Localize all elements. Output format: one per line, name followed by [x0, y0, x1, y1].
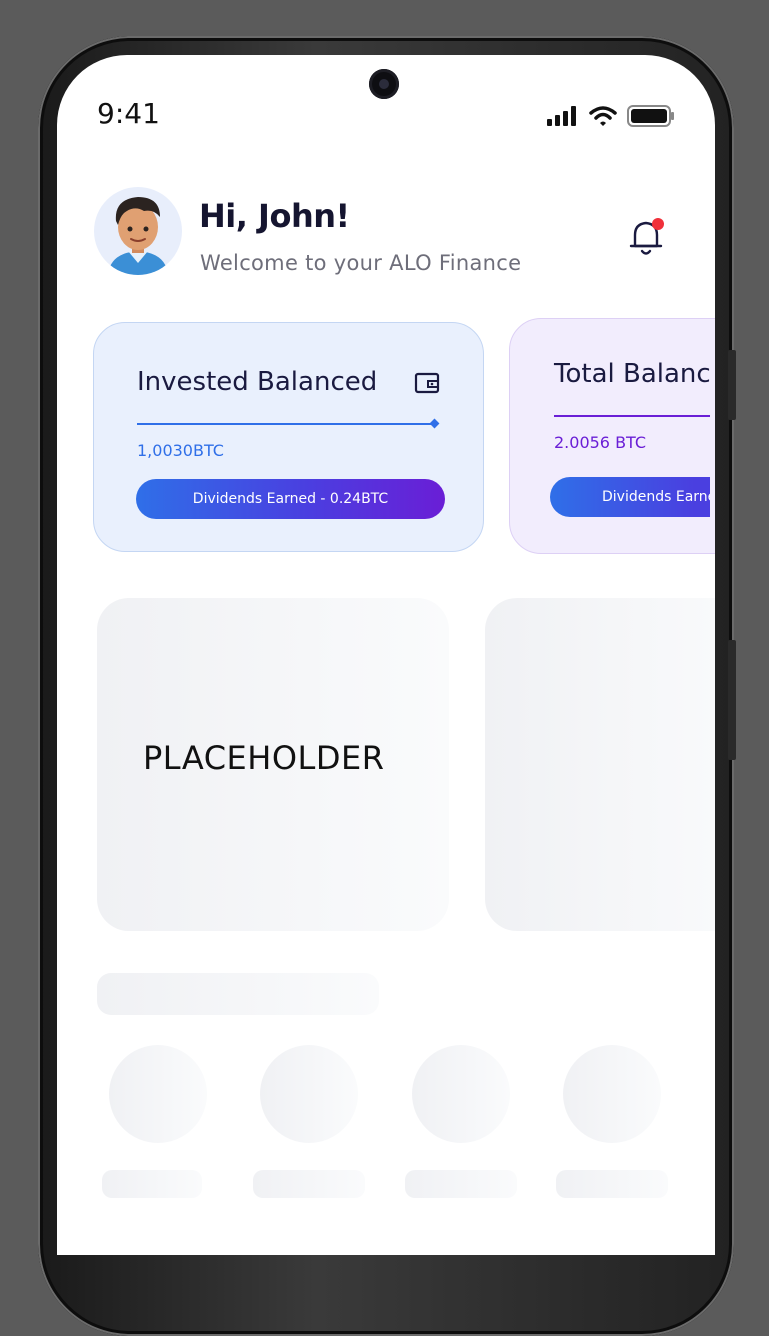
- skeleton-label: [405, 1170, 517, 1198]
- placeholder-card-secondary: [485, 598, 715, 931]
- greeting-title: Hi, John!: [199, 197, 350, 235]
- skeleton-circle: [109, 1045, 207, 1143]
- progress-marker: [429, 418, 440, 429]
- power-button: [728, 640, 736, 760]
- dividends-earned-button[interactable]: Dividends Earned - 0.24BTC: [136, 479, 445, 519]
- avatar[interactable]: [94, 187, 182, 275]
- skeleton-label: [556, 1170, 668, 1198]
- skeleton-label: [102, 1170, 202, 1198]
- wallet-icon[interactable]: [414, 371, 440, 395]
- skeleton-circle: [563, 1045, 661, 1143]
- skeleton-label: [253, 1170, 365, 1198]
- card-title: Invested Balanced: [137, 367, 378, 397]
- card-amount: 1,0030BTC: [137, 441, 224, 460]
- volume-up-button: [728, 350, 736, 420]
- status-time: 9:41: [97, 97, 160, 130]
- card-title: Total Balanced: [554, 359, 710, 389]
- phone-screen: 9:41 Hi, John! Welcome to your ALO Finan…: [57, 55, 715, 1255]
- front-camera: [369, 69, 399, 99]
- balance-progress-line: [554, 415, 710, 417]
- notification-bell-icon[interactable]: [627, 215, 667, 259]
- skeleton-circle: [260, 1045, 358, 1143]
- balance-progress-line: [137, 423, 435, 425]
- total-balance-card[interactable]: Total Balanced 2.0056 BTC Dividends Earn…: [509, 318, 715, 554]
- notification-dot: [652, 218, 664, 230]
- status-icons: [547, 105, 675, 127]
- dividends-earned-button[interactable]: Dividends Earned: [550, 477, 710, 517]
- invested-balance-card[interactable]: Invested Balanced 1,0030BTC Dividends Ea…: [93, 322, 484, 552]
- signal-icon: [547, 106, 576, 126]
- placeholder-label: PLACEHOLDER: [143, 739, 385, 777]
- card-amount: 2.0056 BTC: [554, 433, 647, 452]
- skeleton-heading: [97, 973, 379, 1015]
- skeleton-circle: [412, 1045, 510, 1143]
- battery-icon: [627, 105, 674, 127]
- avatar-illustration: [108, 197, 168, 275]
- welcome-subtitle: Welcome to your ALO Finance: [200, 251, 522, 275]
- wifi-icon: [589, 106, 617, 126]
